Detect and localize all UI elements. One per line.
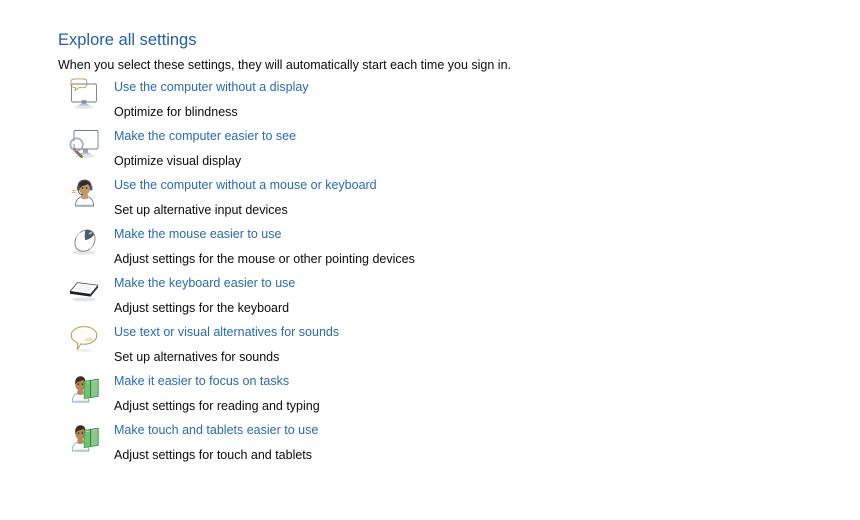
setting-row[interactable]: Use text or visual alternatives for soun… <box>68 323 828 372</box>
setting-link[interactable]: Use text or visual alternatives for soun… <box>114 325 339 340</box>
setting-row[interactable]: Make the keyboard easier to use Adjust se… <box>68 274 828 323</box>
setting-text: Use the computer without a mouse or keyb… <box>114 176 814 218</box>
setting-text: Use the computer without a display Optimi… <box>114 78 814 120</box>
setting-description: Set up alternative input devices <box>114 203 288 217</box>
setting-link[interactable]: Make it easier to focus on tasks <box>114 374 289 389</box>
setting-text: Make it easier to focus on tasks Adjust s… <box>114 372 814 414</box>
setting-link[interactable]: Make the mouse easier to use <box>114 227 281 242</box>
setting-description: Optimize visual display <box>114 154 242 168</box>
setting-description: Adjust settings for touch and tablets <box>114 448 313 462</box>
setting-text: Make the keyboard easier to use Adjust se… <box>114 274 814 316</box>
setting-link[interactable]: Use the computer without a mouse or keyb… <box>114 178 377 193</box>
header-block: Explore all settings When you select the… <box>58 30 511 74</box>
setting-text: Make the mouse easier to use Adjust setti… <box>114 225 814 267</box>
ease-of-access-explore-all-settings-page: Explore all settings When you select the… <box>0 0 860 520</box>
setting-description: Set up alternatives for sounds <box>114 350 280 364</box>
setting-description: Adjust settings for the keyboard <box>114 301 290 315</box>
setting-row[interactable]: Use the computer without a mouse or keyb… <box>68 176 828 225</box>
setting-description: Optimize for blindness <box>114 105 238 119</box>
keyboard-icon <box>68 274 100 306</box>
setting-row[interactable]: Make the computer easier to see Optimize … <box>68 127 828 176</box>
page-title: Explore all settings <box>58 31 197 49</box>
setting-link[interactable]: Make touch and tablets easier to use <box>114 423 318 438</box>
page-subtitle: When you select these settings, they wil… <box>58 58 511 72</box>
setting-row[interactable]: Make it easier to focus on tasks Adjust s… <box>68 372 828 421</box>
monitor-speech-bubble-icon <box>68 78 100 110</box>
setting-text: Make touch and tablets easier to use Adju… <box>114 421 814 463</box>
setting-link[interactable]: Use the computer without a display <box>114 80 309 95</box>
setting-row[interactable]: Use the computer without a display Optimi… <box>68 78 828 127</box>
mouse-icon <box>68 225 100 257</box>
setting-row[interactable]: Make touch and tablets easier to use Adju… <box>68 421 828 470</box>
setting-text: Make the computer easier to see Optimize … <box>114 127 814 169</box>
setting-text: Use text or visual alternatives for soun… <box>114 323 814 365</box>
setting-link[interactable]: Make the computer easier to see <box>114 129 296 144</box>
person-headset-icon <box>68 176 100 208</box>
setting-description: Adjust settings for the mouse or other p… <box>114 252 415 266</box>
setting-description: Adjust settings for reading and typing <box>114 399 320 413</box>
setting-link[interactable]: Make the keyboard easier to use <box>114 276 295 291</box>
settings-list: Use the computer without a display Optimi… <box>68 78 828 470</box>
monitor-magnifier-icon <box>68 127 100 159</box>
person-book-icon <box>68 372 100 404</box>
speech-bubble-icon <box>68 323 100 355</box>
person-book-icon <box>68 421 100 453</box>
setting-row[interactable]: Make the mouse easier to use Adjust setti… <box>68 225 828 274</box>
